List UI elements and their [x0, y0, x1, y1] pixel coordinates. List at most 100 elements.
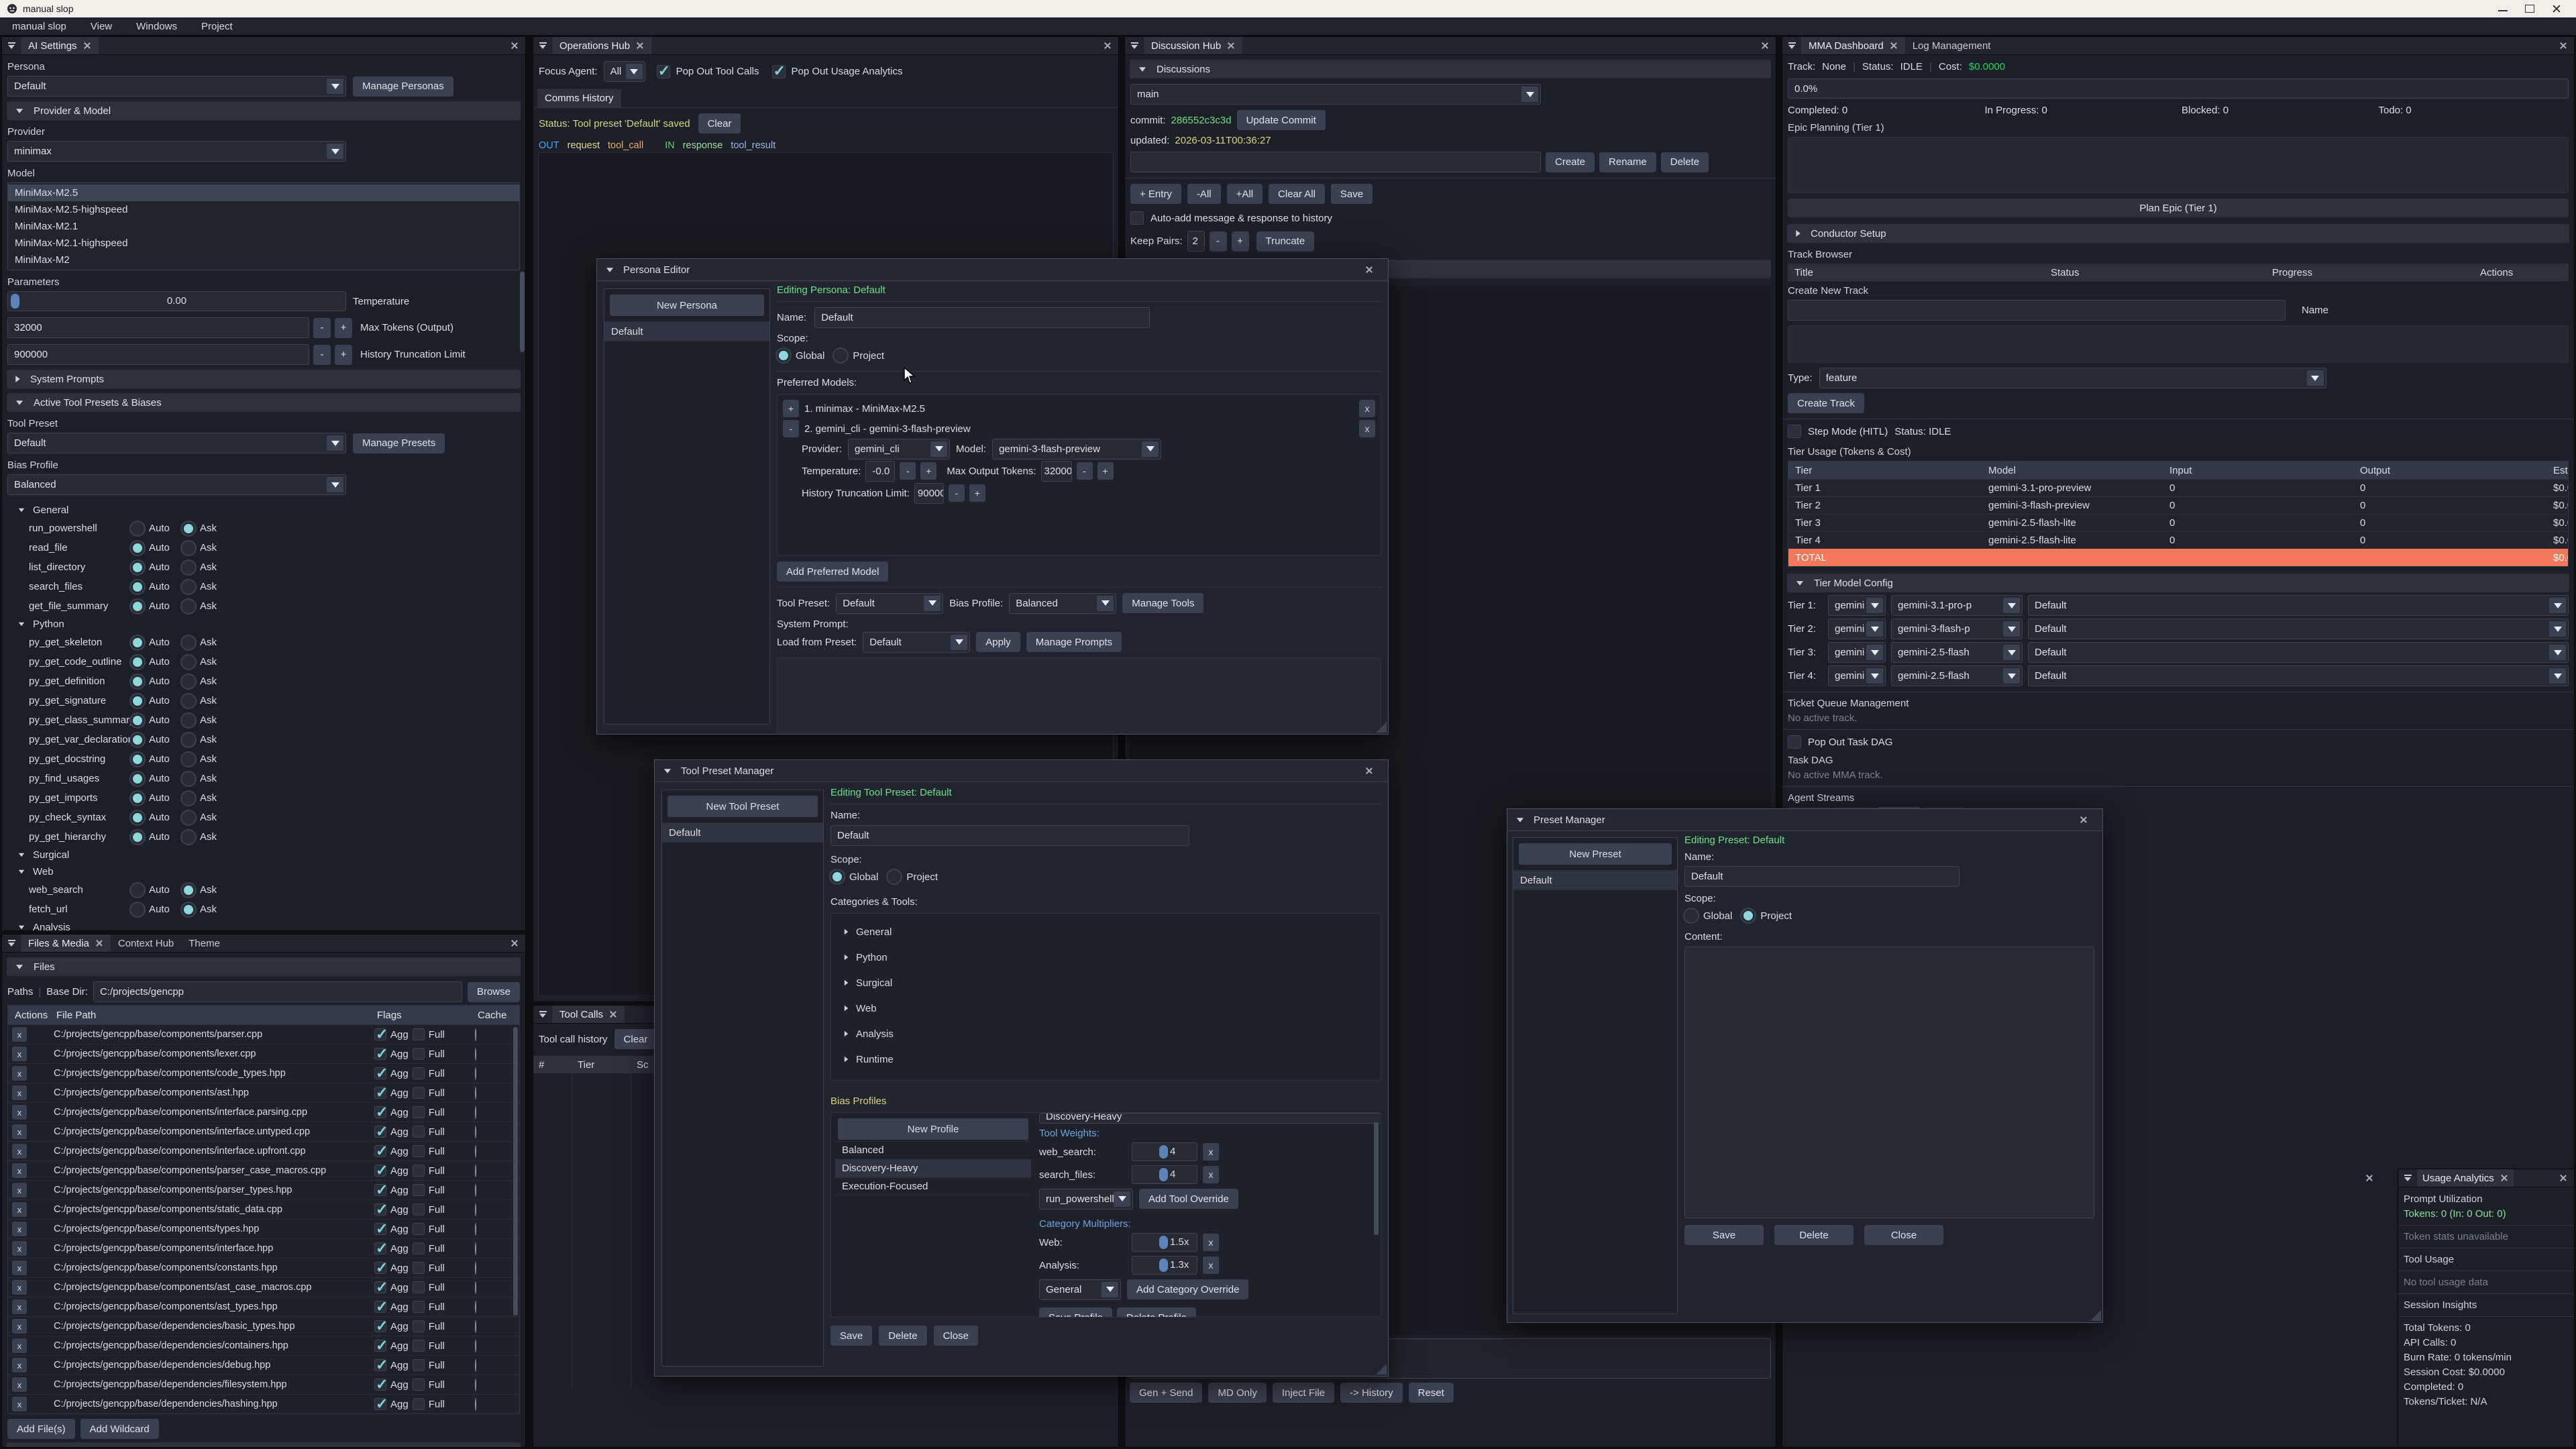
auto-radio[interactable]: Auto [131, 655, 182, 669]
tab-files-media[interactable]: Files & Media [21, 934, 111, 952]
scope-project-radio[interactable] [888, 870, 901, 883]
dock-menu-icon[interactable] [533, 37, 552, 54]
remove-model-button[interactable]: x [1359, 420, 1375, 437]
remove-file-button[interactable]: x [12, 1222, 27, 1236]
add-tool-override-button[interactable]: Add Tool Override [1139, 1189, 1238, 1209]
remove-file-button[interactable]: x [12, 1358, 27, 1373]
manage-personas-button[interactable]: Manage Personas [353, 76, 453, 97]
column-header[interactable]: Actions [15, 1010, 56, 1021]
model-select[interactable]: gemini-2.5-flash [1891, 642, 2023, 663]
full-checkbox[interactable] [413, 1379, 425, 1391]
close-tab-icon[interactable] [636, 42, 644, 50]
category-web[interactable]: Web [2, 863, 525, 880]
remove-file-button[interactable]: x [12, 1066, 27, 1081]
history-minus-button[interactable]: - [313, 345, 331, 365]
apply-button[interactable]: Apply [976, 632, 1020, 652]
auto-radio[interactable]: Auto [131, 811, 182, 824]
pe-tool-preset-select[interactable]: Default [836, 593, 943, 614]
close-dialog-icon[interactable] [1365, 767, 1373, 775]
tpm-close-button[interactable]: Close [934, 1326, 978, 1346]
agg-checkbox[interactable] [374, 1281, 386, 1293]
hist-plus-button[interactable]: + [969, 484, 985, 502]
full-checkbox[interactable] [413, 1359, 425, 1371]
scope-global-radio[interactable] [1684, 909, 1698, 922]
pref-temp-input[interactable]: -0.0 [865, 461, 895, 482]
add-category-override-button[interactable]: Add Category Override [1127, 1279, 1248, 1299]
delete-discussion-button[interactable]: Delete [1661, 152, 1709, 172]
full-checkbox[interactable] [413, 1048, 425, 1060]
composer-button[interactable]: Inject File [1273, 1383, 1334, 1403]
entry-button[interactable]: +All [1227, 184, 1263, 204]
remove-file-button[interactable]: x [12, 1027, 27, 1042]
tab-ai-settings[interactable]: AI Settings [21, 37, 99, 54]
model-select[interactable]: gemini-3.1-pro-p [1891, 595, 2023, 616]
agg-checkbox[interactable] [374, 1145, 386, 1157]
discussions-section[interactable]: Discussions [1130, 60, 1771, 78]
close-panel-icon[interactable] [511, 42, 519, 50]
dock-menu-icon[interactable] [2, 934, 21, 952]
tpm-save-button[interactable]: Save [830, 1326, 872, 1346]
ask-radio[interactable]: Ask [182, 522, 233, 535]
auto-radio[interactable]: Auto [131, 636, 182, 649]
new-persona-button[interactable]: New Persona [610, 294, 764, 316]
track-type-select[interactable]: feature [1819, 368, 2326, 388]
model-option[interactable]: MiniMax-M2 [8, 252, 519, 268]
add-preferred-model-button[interactable]: Add Preferred Model [777, 561, 888, 582]
agg-checkbox[interactable] [374, 1048, 386, 1060]
ask-radio[interactable]: Ask [182, 541, 233, 555]
dock-menu-icon[interactable] [2398, 1169, 2417, 1187]
column-header[interactable]: Tier [578, 1059, 637, 1071]
files-section[interactable]: Files [7, 957, 521, 976]
persona-editor-titlebar[interactable]: Persona Editor [597, 259, 1388, 281]
close-tab-icon[interactable] [1227, 42, 1235, 50]
agg-checkbox[interactable] [374, 1359, 386, 1371]
tpm-category-general[interactable]: General [834, 919, 1378, 945]
tab-context-hub[interactable]: Context Hub [111, 934, 181, 952]
remove-file-button[interactable]: x [12, 1260, 27, 1275]
create-discussion-button[interactable]: Create [1546, 152, 1595, 172]
profile-name-input[interactable]: Discovery-Heavy [1039, 1113, 1381, 1124]
ask-radio[interactable]: Ask [182, 675, 233, 688]
remove-weight-button[interactable]: x [1203, 1166, 1219, 1183]
full-checkbox[interactable] [413, 1223, 425, 1235]
remove-file-button[interactable]: x [12, 1280, 27, 1295]
auto-radio[interactable]: Auto [131, 733, 182, 747]
dock-menu-icon[interactable] [533, 1006, 552, 1023]
full-checkbox[interactable] [413, 1320, 425, 1332]
keep-pairs-input[interactable]: 2 [1187, 231, 1205, 252]
remove-file-button[interactable]: x [12, 1046, 27, 1061]
auto-radio[interactable]: Auto [131, 714, 182, 727]
ask-radio[interactable]: Ask [182, 772, 233, 786]
close-tab-icon[interactable] [1890, 42, 1898, 50]
ask-radio[interactable]: Ask [182, 883, 233, 897]
agg-checkbox[interactable] [374, 1242, 386, 1254]
ask-radio[interactable]: Ask [182, 714, 233, 727]
tool-preset-select[interactable]: Default [7, 433, 346, 453]
resize-grip-icon[interactable] [2090, 1310, 2101, 1321]
autoadd-checkbox[interactable] [1130, 211, 1144, 225]
close-panel-icon[interactable] [2559, 42, 2567, 50]
remove-file-button[interactable]: x [12, 1144, 27, 1159]
dock-menu-icon[interactable] [1782, 37, 1801, 54]
agg-checkbox[interactable] [374, 1301, 386, 1313]
full-checkbox[interactable] [413, 1126, 425, 1138]
close-window-icon[interactable] [2552, 5, 2561, 13]
agg-checkbox[interactable] [374, 1126, 386, 1138]
ask-radio[interactable]: Ask [182, 811, 233, 824]
ask-radio[interactable]: Ask [182, 580, 233, 594]
tab-comms-history[interactable]: Comms History [537, 89, 621, 107]
preset-save-button[interactable]: Save [1684, 1225, 1764, 1245]
full-checkbox[interactable] [413, 1067, 425, 1079]
popout-usage-checkbox[interactable] [772, 65, 786, 78]
profile-item[interactable]: Balanced [835, 1141, 1031, 1159]
add-files-button[interactable]: Add File(s) [7, 1419, 75, 1439]
ask-radio[interactable]: Ask [182, 694, 233, 708]
agg-checkbox[interactable] [374, 1028, 386, 1040]
screenshots-section[interactable]: Screenshots [7, 1442, 521, 1448]
tpm-category-runtime[interactable]: Runtime [834, 1046, 1378, 1072]
tab-theme[interactable]: Theme [181, 934, 227, 952]
full-checkbox[interactable] [413, 1165, 425, 1177]
preset-name-input[interactable]: Default [1684, 866, 1960, 887]
manage-presets-button[interactable]: Manage Presets [353, 433, 445, 453]
resize-grip-icon[interactable] [1376, 722, 1387, 733]
